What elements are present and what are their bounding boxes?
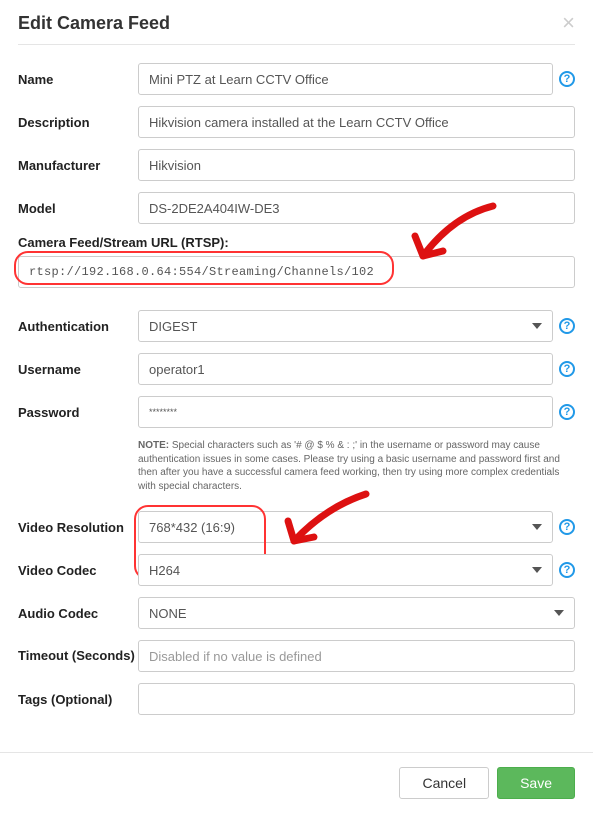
audio-codec-select[interactable]: NONE [138,597,575,629]
password-input[interactable] [138,396,553,428]
model-input[interactable] [138,192,575,224]
name-label: Name [18,72,138,87]
tags-label: Tags (Optional) [18,692,138,707]
note-text: NOTE: Special characters such as '# @ $ … [138,439,575,493]
description-input[interactable] [138,106,575,138]
audio-codec-label: Audio Codec [18,606,138,621]
close-button[interactable]: × [562,12,575,34]
timeout-input[interactable] [138,640,575,672]
cancel-button[interactable]: Cancel [399,767,489,799]
stream-url-input[interactable] [18,256,575,288]
help-icon[interactable]: ? [559,404,575,420]
tags-input[interactable] [138,683,575,715]
video-resolution-label: Video Resolution [18,520,138,535]
username-label: Username [18,362,138,377]
help-icon[interactable]: ? [559,562,575,578]
help-icon[interactable]: ? [559,318,575,334]
modal-title: Edit Camera Feed [18,13,170,34]
password-label: Password [18,405,138,420]
name-input[interactable] [138,63,553,95]
video-codec-label: Video Codec [18,563,138,578]
save-button[interactable]: Save [497,767,575,799]
manufacturer-label: Manufacturer [18,158,138,173]
timeout-label: Timeout (Seconds) [18,648,138,664]
model-label: Model [18,201,138,216]
stream-url-label: Camera Feed/Stream URL (RTSP): [18,235,575,250]
manufacturer-input[interactable] [138,149,575,181]
help-icon[interactable]: ? [559,71,575,87]
authentication-label: Authentication [18,319,138,334]
username-input[interactable] [138,353,553,385]
video-resolution-select[interactable]: 768*432 (16:9) [138,511,553,543]
help-icon[interactable]: ? [559,519,575,535]
authentication-select[interactable]: DIGEST [138,310,553,342]
video-codec-select[interactable]: H264 [138,554,553,586]
description-label: Description [18,115,138,130]
help-icon[interactable]: ? [559,361,575,377]
